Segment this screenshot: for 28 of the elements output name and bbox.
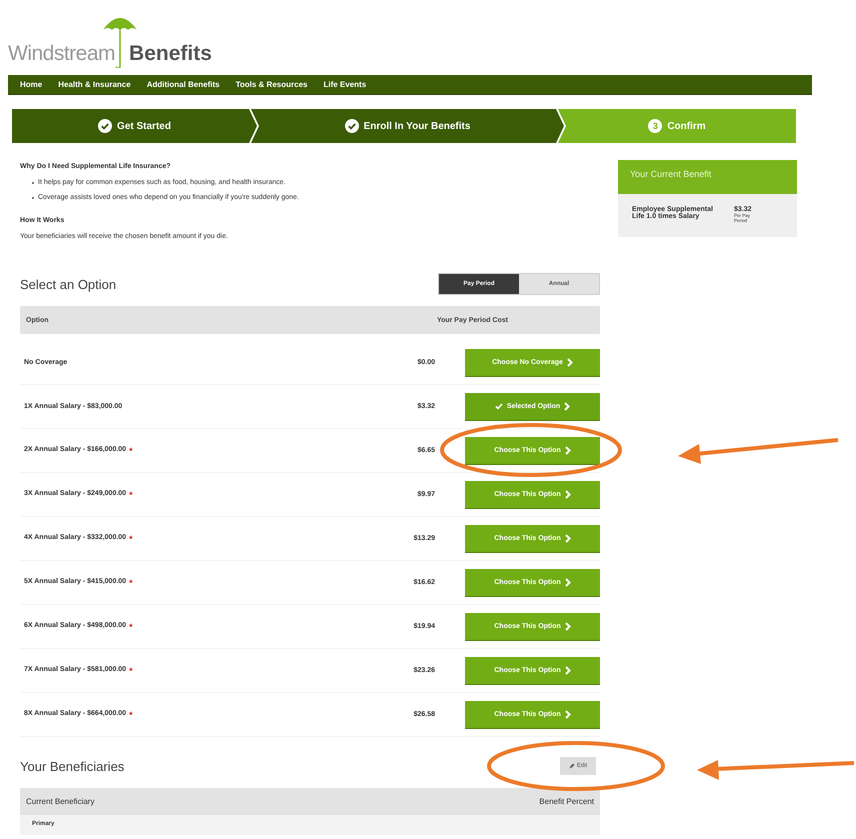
check-icon	[344, 119, 359, 133]
pencil-icon	[568, 763, 575, 769]
progress-step[interactable]: Get Started	[12, 109, 257, 143]
nav-link[interactable]: Tools & Resources	[228, 80, 316, 89]
column-header: Current Beneficiary	[26, 797, 94, 806]
step-number: 3	[648, 119, 662, 133]
chevron-icon	[566, 358, 573, 367]
chevron-icon	[564, 402, 570, 411]
logo-text: Windstream	[8, 42, 116, 66]
card-title: Your Current Benefit	[618, 160, 797, 194]
section-heading: Your Beneficiaries	[20, 758, 124, 774]
nav-link[interactable]: Additional Benefits	[138, 80, 228, 89]
nav-link[interactable]: Home	[12, 80, 50, 89]
progress-step[interactable]: Enroll In Your Benefits	[251, 109, 564, 143]
chevron-icon	[564, 666, 571, 675]
chevron-icon	[564, 622, 571, 631]
chevron-icon	[564, 578, 571, 587]
chevron-icon	[564, 446, 571, 455]
chevron-icon	[564, 710, 571, 719]
nav-link[interactable]: Life Events	[315, 80, 374, 89]
chevron-icon	[564, 490, 571, 499]
section-heading: Select an Option	[20, 276, 116, 292]
logo-text: Benefits	[129, 42, 212, 66]
check-icon	[494, 403, 503, 410]
check-icon	[98, 119, 112, 133]
nav-link[interactable]: Health & Insurance	[50, 80, 139, 89]
chevron-icon	[564, 534, 571, 543]
column-header: Benefit Percent	[539, 797, 594, 806]
